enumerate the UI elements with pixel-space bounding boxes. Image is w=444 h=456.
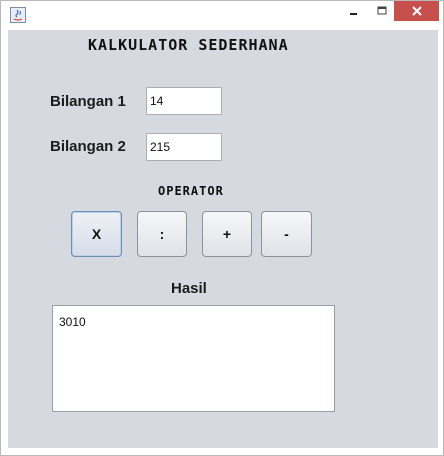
bilangan-2-label: Bilangan 2 [50,138,126,155]
hasil-value: 3010 [59,315,86,329]
minimize-button[interactable] [340,1,368,21]
calculator-panel: KALKULATOR SEDERHANA Bilangan 1 Bilangan… [8,30,438,448]
subtract-button[interactable]: - [261,211,312,257]
add-button[interactable]: + [202,211,252,257]
maximize-icon [377,2,388,21]
hasil-label: Hasil [171,280,207,297]
app-window: KALKULATOR SEDERHANA Bilangan 1 Bilangan… [0,0,444,456]
bilangan-1-input[interactable] [146,87,222,115]
multiply-button[interactable]: X [71,211,122,257]
title-bar [1,1,443,29]
hasil-textarea[interactable]: 3010 [52,305,335,412]
minimize-icon [349,2,359,21]
close-button[interactable] [394,1,439,21]
close-icon [411,2,423,21]
operator-label: OPERATOR [158,184,224,198]
bilangan-1-label: Bilangan 1 [50,93,126,110]
java-app-icon [10,7,26,23]
maximize-button[interactable] [368,1,396,21]
bilangan-2-input[interactable] [146,133,222,161]
app-title: KALKULATOR SEDERHANA [88,36,289,54]
divide-button[interactable]: : [137,211,187,257]
